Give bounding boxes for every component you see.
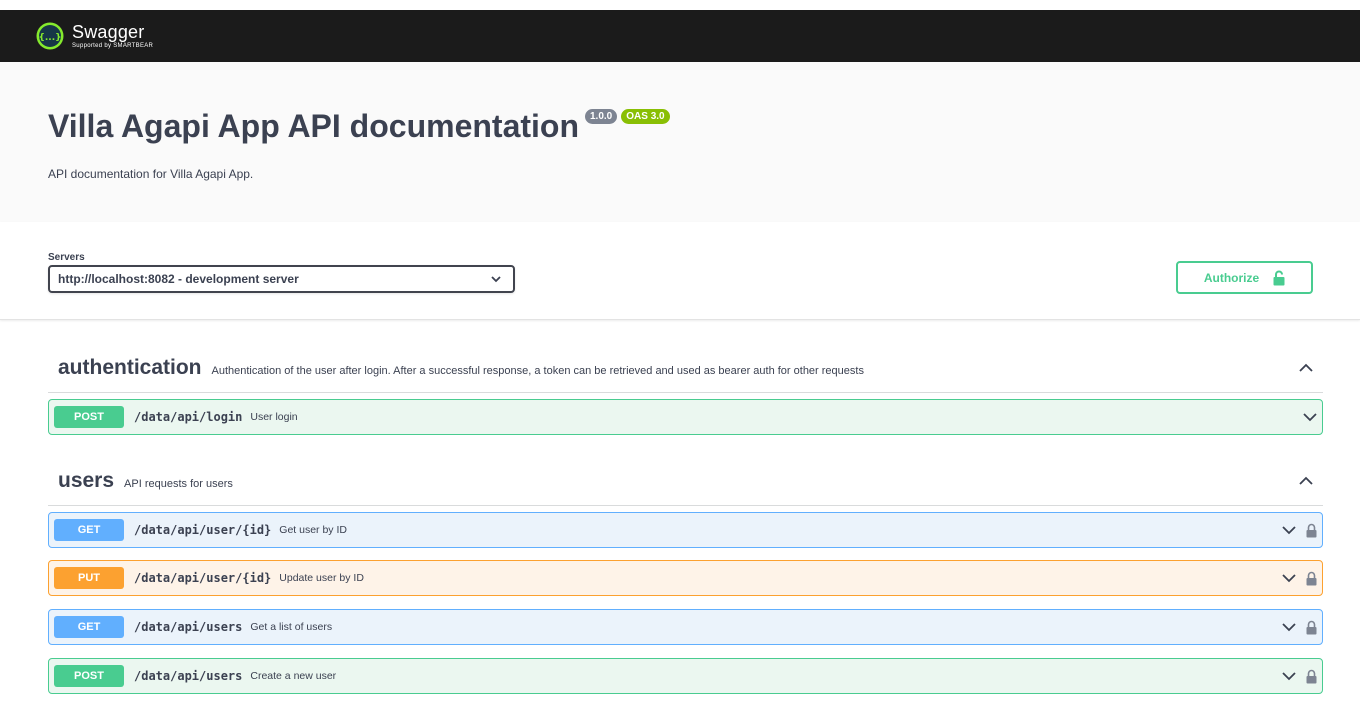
operation-summary: Update user by ID [279,572,364,584]
lock-icon[interactable] [1306,620,1317,635]
tag-description: API requests for users [124,477,233,490]
lock-icon[interactable] [1306,571,1317,586]
operation-summary: User login [250,411,298,423]
top-bar: {...} Swagger Supported by SMARTBEAR [0,10,1360,62]
chevron-down-icon[interactable] [1282,671,1296,681]
servers-selected-value: http://localhost:8082 - development serv… [58,272,299,286]
authorize-button[interactable]: Authorize [1176,261,1313,294]
swagger-logo-icon: {...} [36,22,64,50]
lock-icon[interactable] [1306,523,1317,538]
swagger-logo[interactable]: {...} Swagger Supported by SMARTBEAR [36,22,153,50]
chevron-down-icon[interactable] [1282,525,1296,535]
page-title: Villa Agapi App API documentation [48,108,579,144]
tag-name: authentication [58,355,202,379]
logo-glyph: {...} [38,33,61,43]
oas-badge: OAS 3.0 [621,109,670,124]
operation-post-login[interactable]: POST /data/api/login User login [48,399,1323,435]
info-section: Villa Agapi App API documentation 1.0.0 … [0,62,1360,222]
operation-get-user-by-id[interactable]: GET /data/api/user/{id} Get user by ID [48,512,1323,548]
operation-path: /data/api/users [134,669,243,683]
servers-select[interactable]: http://localhost:8082 - development serv… [48,265,515,293]
tag-section-authentication: authentication Authentication of the use… [48,343,1323,435]
chevron-down-icon [491,275,501,282]
operation-post-users[interactable]: POST /data/api/users Create a new user [48,658,1323,694]
operation-path: /data/api/login [134,410,243,424]
operation-summary: Get a list of users [250,621,333,633]
operation-put-user-by-id[interactable]: PUT /data/api/user/{id} Update user by I… [48,560,1323,596]
method-badge: POST [54,665,124,687]
chevron-up-icon[interactable] [1299,363,1313,372]
tag-section-users: users API requests for users GET /data/a… [48,456,1323,694]
servers-label: Servers [48,252,85,263]
operation-path: /data/api/users [134,620,243,634]
version-badge: 1.0.0 [585,109,618,124]
chevron-down-icon[interactable] [1303,412,1317,422]
operation-summary: Get user by ID [279,524,347,536]
operation-summary: Create a new user [250,670,337,682]
brand-name: Swagger [72,22,145,42]
chevron-down-icon[interactable] [1282,622,1296,632]
scheme-container: Servers http://localhost:8082 - developm… [0,222,1360,320]
chevron-down-icon[interactable] [1282,573,1296,583]
operation-get-users[interactable]: GET /data/api/users Get a list of users [48,609,1323,645]
tag-header-authentication[interactable]: authentication Authentication of the use… [48,343,1323,393]
method-badge: GET [54,519,124,541]
api-description: API documentation for Villa Agapi App. [48,167,254,181]
method-badge: GET [54,616,124,638]
method-badge: PUT [54,567,124,589]
tag-description: Authentication of the user after login. … [211,364,864,377]
authorize-label: Authorize [1203,270,1260,285]
tag-header-users[interactable]: users API requests for users [48,456,1323,506]
tag-name: users [58,468,115,492]
operation-path: /data/api/user/{id} [134,523,272,537]
chevron-up-icon[interactable] [1299,476,1313,485]
brand-tagline: Supported by SMARTBEAR [72,43,154,49]
method-badge: POST [54,406,124,428]
lock-icon[interactable] [1306,669,1317,684]
operation-path: /data/api/user/{id} [134,571,272,585]
lock-open-icon [1273,270,1285,285]
